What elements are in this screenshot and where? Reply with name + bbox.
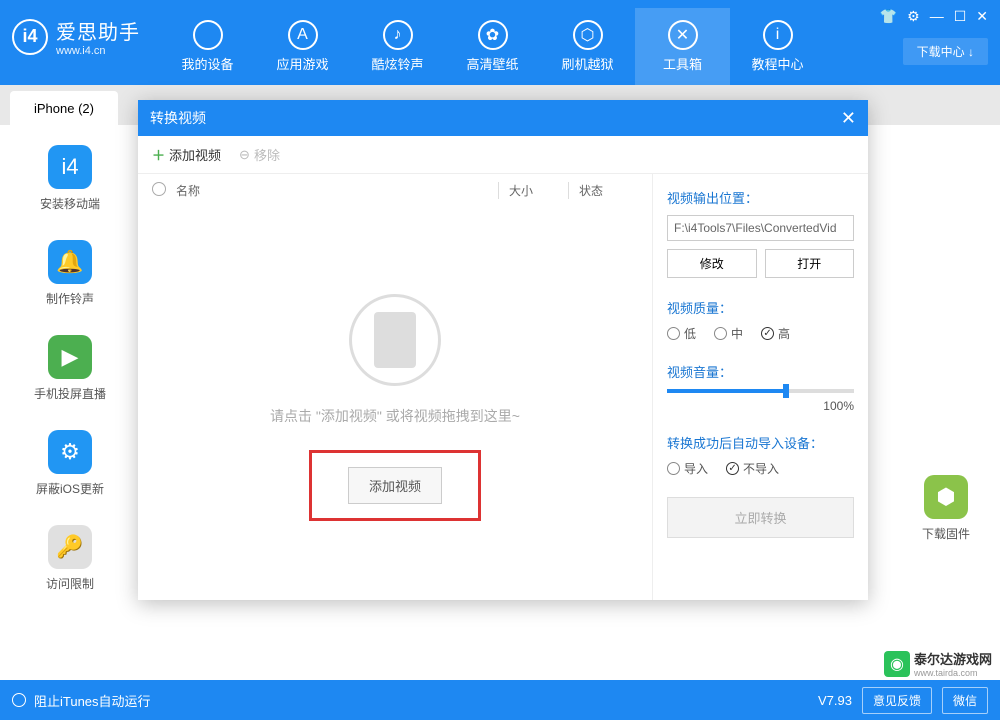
col-size: 大小: [498, 182, 568, 199]
add-video-action[interactable]: ＋添加视频: [152, 145, 221, 164]
window-controls: 👕 ⚙ — ☐ ✕: [880, 8, 988, 25]
status-bar: 阻止iTunes自动运行 V7.93 意见反馈 微信: [0, 680, 1000, 720]
modify-button[interactable]: 修改: [667, 249, 757, 278]
play-icon: ▶: [48, 335, 92, 379]
drop-hint: 请点击 "添加视频" 或将视频拖拽到这里~: [138, 406, 652, 426]
nav-tutorials[interactable]: i教程中心: [730, 8, 825, 85]
version-label: V7.93: [818, 693, 852, 708]
appstore-icon: A: [288, 20, 318, 50]
settings-icon[interactable]: ⚙: [907, 8, 920, 25]
highlight-box: 添加视频: [309, 450, 481, 521]
add-video-button[interactable]: 添加视频: [348, 467, 442, 504]
volume-value: 100%: [667, 399, 854, 413]
output-path-field[interactable]: F:\i4Tools7\Files\ConvertedVid: [667, 215, 854, 241]
key-icon: 🔑: [48, 525, 92, 569]
close-icon[interactable]: ✕: [976, 8, 988, 25]
logo-url: www.i4.cn: [56, 45, 140, 57]
slider-thumb[interactable]: [783, 384, 789, 398]
quality-mid-radio[interactable]: 中: [714, 325, 743, 342]
list-header: 名称 大小 状态: [138, 174, 652, 207]
tool-screencast[interactable]: ▶手机投屏直播: [30, 335, 110, 402]
col-name: 名称: [176, 182, 498, 199]
remove-action: ⊖移除: [239, 145, 280, 164]
settings-panel: 视频输出位置： F:\i4Tools7\Files\ConvertedVid 修…: [653, 174, 868, 600]
tool-download-firmware[interactable]: ⬢ 下载固件: [922, 475, 970, 542]
quality-low-radio[interactable]: 低: [667, 325, 696, 342]
dialog-toolbar: ＋添加视频 ⊖移除: [138, 136, 868, 174]
info-icon: i: [763, 20, 793, 50]
tool-ringtone[interactable]: 🔔制作铃声: [30, 240, 110, 307]
bell-icon: ♪: [383, 20, 413, 50]
feedback-button[interactable]: 意见反馈: [862, 687, 932, 714]
video-list-panel: 名称 大小 状态 请点击 "添加视频" 或将视频拖拽到这里~ 添加视频: [138, 174, 653, 600]
maximize-icon[interactable]: ☐: [954, 8, 967, 25]
nav-toolbox[interactable]: ✕工具箱: [635, 8, 730, 85]
volume-slider[interactable]: [667, 389, 854, 393]
nav-ringtones[interactable]: ♪酷炫铃声: [350, 8, 445, 85]
gear-icon: ⚙: [48, 430, 92, 474]
dialog-titlebar: 转换视频 ✕: [138, 100, 868, 136]
plus-icon: ＋: [152, 145, 165, 164]
import-label: 转换成功后自动导入设备：: [667, 433, 854, 452]
col-state: 状态: [568, 182, 638, 199]
i4-icon: i4: [48, 145, 92, 189]
cube-icon: ⬢: [924, 475, 968, 519]
open-button[interactable]: 打开: [765, 249, 855, 278]
convert-button[interactable]: 立即转换: [667, 497, 854, 538]
apple-icon: [193, 20, 223, 50]
top-nav: 我的设备 A应用游戏 ♪酷炫铃声 ✿高清壁纸 ⬡刷机越狱 ✕工具箱 i教程中心: [160, 8, 988, 85]
minimize-icon[interactable]: —: [930, 8, 944, 25]
radio-icon: [12, 693, 26, 707]
drop-zone[interactable]: 请点击 "添加视频" 或将视频拖拽到这里~ 添加视频: [138, 294, 652, 521]
skin-icon[interactable]: 👕: [880, 8, 897, 25]
tool-install-mobile[interactable]: i4安装移动端: [30, 145, 110, 212]
bell-icon: 🔔: [48, 240, 92, 284]
nav-my-device[interactable]: 我的设备: [160, 8, 255, 85]
tools-icon: ✕: [668, 20, 698, 50]
nav-wallpapers[interactable]: ✿高清壁纸: [445, 8, 540, 85]
download-center-button[interactable]: 下载中心 ↓: [903, 38, 988, 65]
film-icon: [349, 294, 441, 386]
block-itunes-toggle[interactable]: 阻止iTunes自动运行: [12, 691, 151, 710]
logo-title: 爱思助手: [56, 16, 140, 45]
select-all-checkbox[interactable]: [152, 182, 166, 196]
dialog-close-icon[interactable]: ✕: [841, 108, 856, 129]
minus-icon: ⊖: [239, 147, 250, 163]
tool-restrictions[interactable]: 🔑访问限制: [30, 525, 110, 592]
watermark: ◉ 泰尔达游戏网 www.tairda.com: [884, 649, 992, 678]
device-tab[interactable]: iPhone (2): [10, 91, 118, 125]
logo[interactable]: i4 爱思助手 www.i4.cn: [12, 16, 140, 57]
volume-label: 视频音量：: [667, 362, 854, 381]
convert-video-dialog: 转换视频 ✕ ＋添加视频 ⊖移除 名称 大小 状态 请点击 "添加视频" 或将视…: [138, 100, 868, 600]
import-no-radio[interactable]: 不导入: [726, 460, 779, 477]
app-header: i4 爱思助手 www.i4.cn 我的设备 A应用游戏 ♪酷炫铃声 ✿高清壁纸…: [0, 0, 1000, 85]
output-label: 视频输出位置：: [667, 188, 854, 207]
tool-grid-left: i4安装移动端 🔔制作铃声 ▶手机投屏直播 ⚙屏蔽iOS更新 🔑访问限制: [30, 145, 110, 592]
box-icon: ⬡: [573, 20, 603, 50]
nav-apps[interactable]: A应用游戏: [255, 8, 350, 85]
logo-icon: i4: [12, 19, 48, 55]
nav-jailbreak[interactable]: ⬡刷机越狱: [540, 8, 635, 85]
tool-block-update[interactable]: ⚙屏蔽iOS更新: [30, 430, 110, 497]
cube-icon: ◉: [884, 651, 910, 677]
flower-icon: ✿: [478, 20, 508, 50]
import-yes-radio[interactable]: 导入: [667, 460, 708, 477]
dialog-title: 转换视频: [150, 108, 206, 128]
wechat-button[interactable]: 微信: [942, 687, 988, 714]
quality-label: 视频质量：: [667, 298, 854, 317]
quality-high-radio[interactable]: 高: [761, 325, 790, 342]
